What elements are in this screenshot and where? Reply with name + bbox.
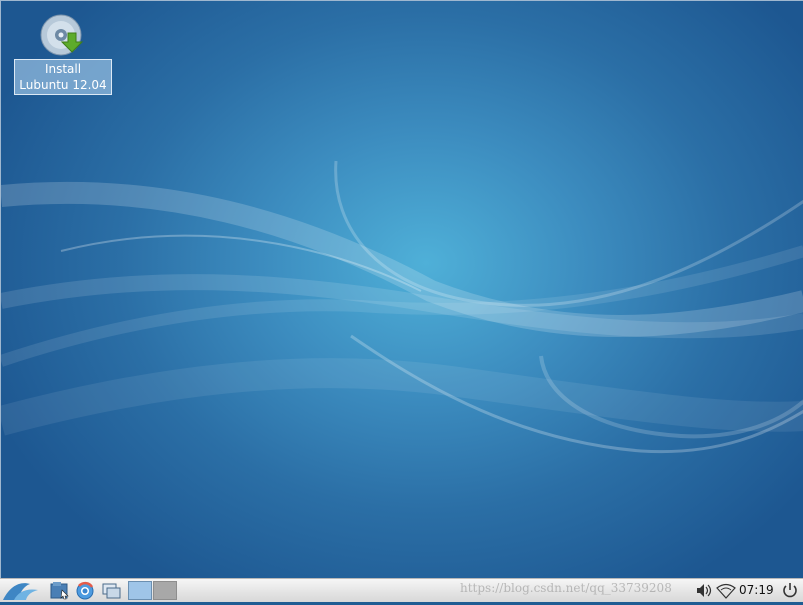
file-manager-icon — [50, 582, 69, 600]
desktop[interactable]: Install Lubuntu 12.04 — [0, 0, 803, 578]
watermark-text: https://blog.csdn.net/qq_33739208 — [460, 581, 672, 595]
workspace-1-button[interactable] — [128, 581, 152, 600]
desktop-icon-install-lubuntu[interactable]: Install Lubuntu 12.04 — [14, 13, 112, 95]
power-button[interactable] — [780, 580, 800, 601]
volume-control[interactable] — [694, 580, 714, 601]
desktop-icon-label-line1: Install — [44, 62, 82, 76]
power-icon — [783, 583, 797, 598]
wallpaper-swooshes — [1, 160, 803, 454]
workspace-2-button[interactable] — [153, 581, 177, 600]
file-manager-launcher[interactable] — [49, 580, 71, 601]
desktop-icon-label: Install Lubuntu 12.04 — [14, 59, 112, 95]
wifi-icon — [716, 583, 736, 599]
browser-icon — [76, 581, 94, 600]
lubuntu-logo-icon — [3, 583, 38, 600]
browser-launcher[interactable] — [74, 580, 96, 601]
clock[interactable]: 07:19 — [739, 583, 774, 597]
volume-icon — [697, 584, 712, 597]
taskbar: https://blog.csdn.net/qq_33739208 07:19 — [0, 578, 803, 602]
main-menu-button[interactable] — [0, 580, 42, 601]
network-indicator[interactable] — [716, 580, 736, 601]
show-desktop-icon — [102, 583, 121, 599]
show-desktop-button[interactable] — [100, 580, 124, 601]
disc-install-icon — [40, 14, 84, 56]
desktop-icon-label-line2: Lubuntu 12.04 — [19, 78, 107, 92]
